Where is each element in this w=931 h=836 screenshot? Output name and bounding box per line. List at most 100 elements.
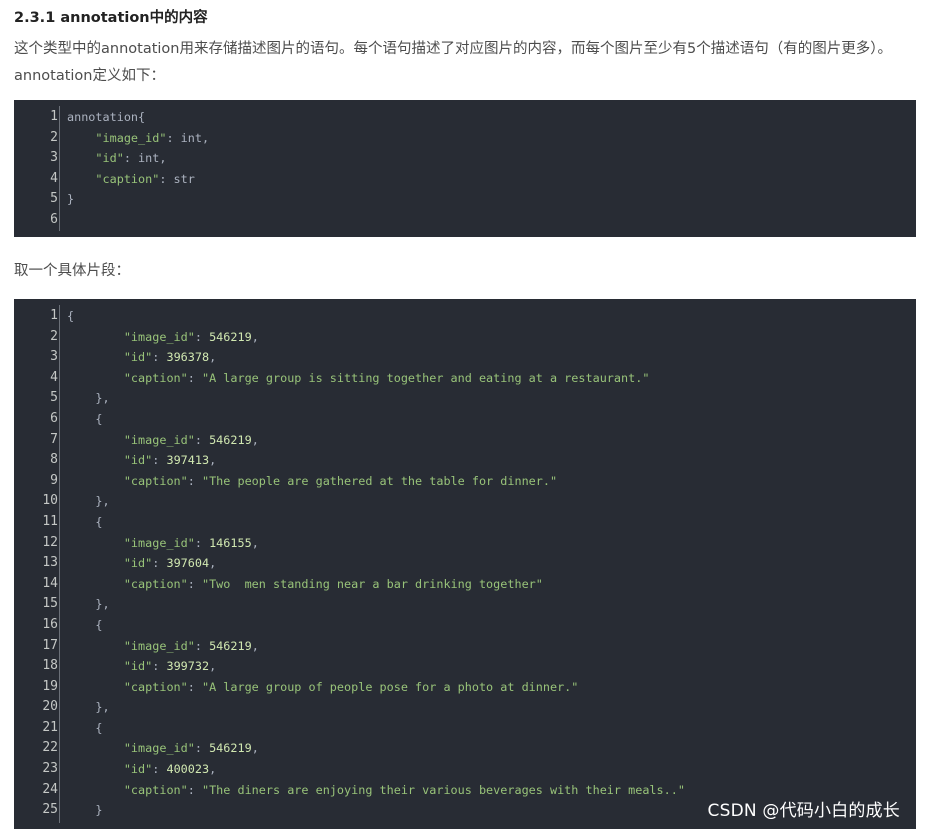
- code-line: {: [67, 512, 685, 533]
- code-token: "caption": [123, 370, 188, 385]
- code-token: ,: [251, 329, 259, 344]
- line-number: 23: [42, 761, 58, 777]
- code-token: : int,: [166, 130, 210, 145]
- code-block-definition[interactable]: 123456 annotation{ "image_id": int, "id"…: [14, 100, 916, 237]
- code-token: :: [152, 556, 167, 571]
- code-token: "image_id": [95, 130, 167, 145]
- code-token: ,: [209, 659, 217, 674]
- code-token: "id": [123, 762, 153, 777]
- code-token: "A large group of people pose for a phot…: [201, 679, 579, 694]
- section-heading: 2.3.1 annotation中的内容: [14, 10, 208, 26]
- code-token: :: [187, 370, 202, 385]
- line-number: 11: [42, 513, 58, 529]
- code-line: "caption": "The diners are enjoying thei…: [67, 780, 685, 801]
- code-token: "id": [123, 350, 153, 365]
- code-token: "id": [123, 556, 153, 571]
- line-number: 4: [50, 170, 58, 186]
- line-number: 18: [42, 658, 58, 674]
- code-line: "image_id": 546219,: [67, 430, 685, 451]
- code-token: :: [187, 782, 202, 797]
- code-content[interactable]: { "image_id": 546219, "id": 396378, "cap…: [67, 306, 685, 821]
- code-token: 397413: [166, 453, 210, 468]
- code-token: ,: [251, 638, 259, 653]
- code-token: ,: [251, 432, 259, 447]
- code-token: 546219: [209, 329, 252, 344]
- line-number: 4: [50, 369, 58, 385]
- line-number: 6: [50, 211, 58, 227]
- line-number: 16: [42, 616, 58, 632]
- csdn-watermark: CSDN @代码小白的成长: [707, 801, 900, 821]
- code-token: "caption": [123, 782, 188, 797]
- code-token: :: [152, 659, 167, 674]
- line-number: 5: [50, 191, 58, 207]
- line-number: 12: [42, 534, 58, 550]
- code-line: annotation{: [67, 107, 209, 128]
- code-token: {: [95, 514, 103, 529]
- line-number: 1: [50, 109, 58, 124]
- code-token: "image_id": [123, 432, 195, 447]
- code-token: {: [95, 411, 103, 426]
- line-number: 10: [42, 493, 58, 509]
- code-token: 546219: [209, 638, 252, 653]
- code-token: ,: [209, 762, 217, 777]
- line-number: 25: [42, 802, 58, 818]
- code-line: "caption": "The people are gathered at t…: [67, 471, 685, 492]
- code-token: "image_id": [123, 535, 195, 550]
- code-token: :: [152, 453, 167, 468]
- code-token: "The people are gathered at the table fo…: [201, 473, 558, 488]
- code-block-snippet[interactable]: 1 2 3 4 5 6 7 8 9 10 11 12 13 14 15 16 17 18 19 20 21 22 23 24 2…: [14, 299, 916, 829]
- code-content[interactable]: annotation{ "image_id": int, "id": int, …: [67, 107, 209, 231]
- code-line: "id": 397604,: [67, 553, 685, 574]
- code-token: "A large group is sitting together and e…: [201, 370, 650, 385]
- code-line: "id": 400023,: [67, 759, 685, 780]
- code-token: },: [95, 597, 110, 612]
- code-token: "id": [95, 151, 124, 166]
- code-token: : int,: [123, 151, 167, 166]
- code-token: :: [194, 329, 210, 344]
- code-token: annotation{: [67, 110, 146, 124]
- code-token: "The diners are enjoying their various b…: [201, 782, 685, 797]
- code-token: },: [95, 391, 110, 406]
- code-line: "image_id": 146155,: [67, 533, 685, 554]
- line-number: 15: [42, 596, 58, 612]
- code-line: "id": 399732,: [67, 656, 685, 677]
- line-number: 13: [42, 555, 58, 571]
- line-numbers: 1 2 3 4 5 6 7 8 9 10 11 12 13 14 15 16 17 18 19 20 21 22 23 24 2…: [14, 306, 58, 821]
- code-token: "image_id": [123, 741, 195, 756]
- line-number: 3: [50, 150, 58, 166]
- code-token: "image_id": [123, 329, 195, 344]
- line-number: 14: [42, 575, 58, 591]
- code-token: :: [152, 350, 167, 365]
- code-token: : str: [159, 171, 195, 186]
- code-token: }: [67, 192, 75, 207]
- code-token: 399732: [166, 659, 210, 674]
- line-number: 3: [50, 349, 58, 365]
- code-token: 396378: [166, 350, 210, 365]
- code-token: {: [67, 309, 75, 323]
- code-token: 546219: [209, 741, 252, 756]
- code-token: "caption": [123, 473, 188, 488]
- code-token: :: [187, 473, 202, 488]
- code-line: {: [67, 615, 685, 636]
- gutter-divider: [59, 106, 60, 231]
- line-number: 22: [42, 740, 58, 756]
- code-line: },: [67, 594, 685, 615]
- code-token: :: [187, 576, 202, 591]
- line-number: 2: [50, 129, 58, 145]
- code-line: "id": 396378,: [67, 347, 685, 368]
